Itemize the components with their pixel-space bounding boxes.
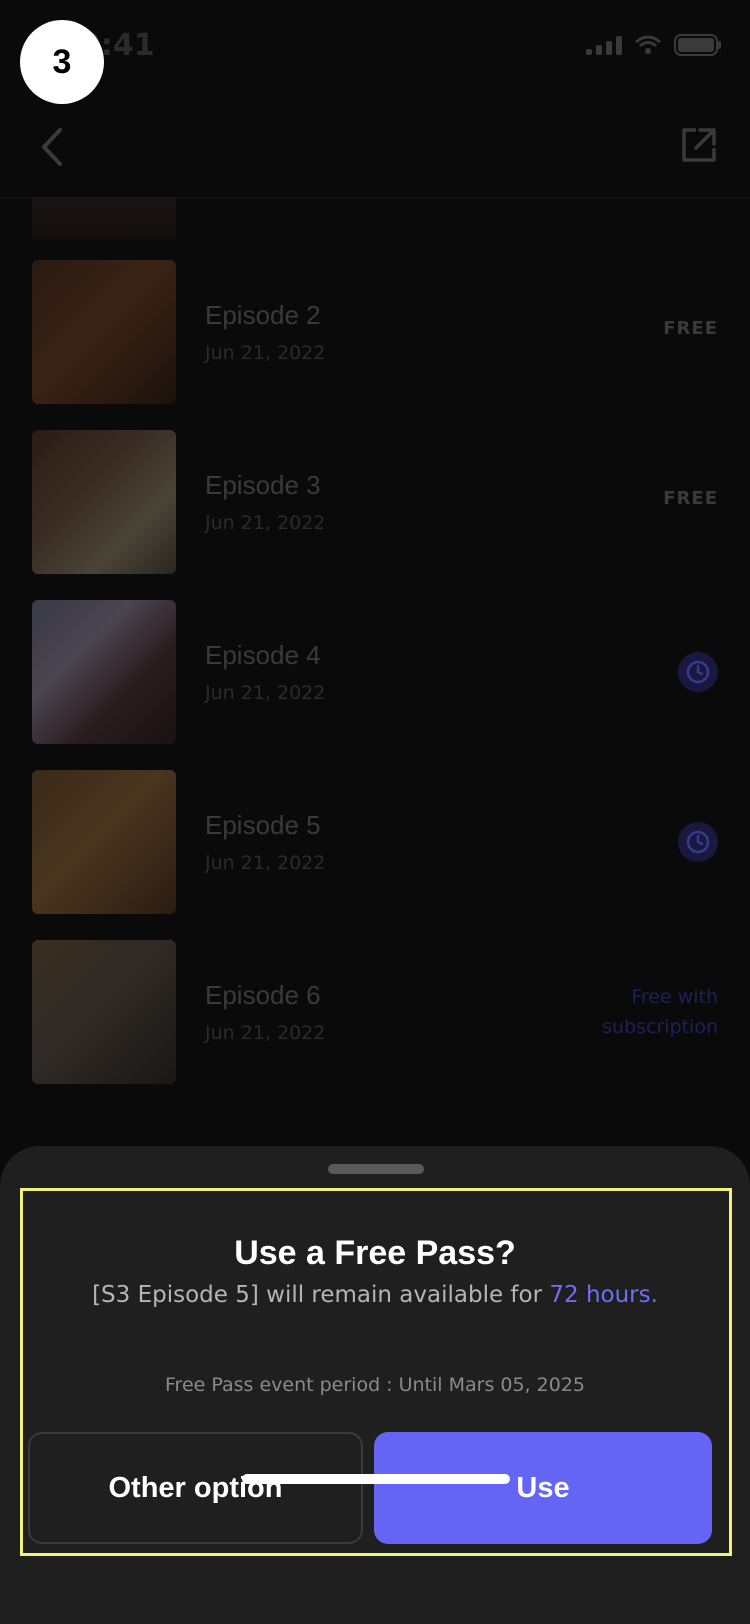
episode-row[interactable]: Episode 4 Jun 21, 2022 [0, 600, 750, 744]
episode-title: Episode 4 [205, 640, 321, 670]
home-indicator [242, 1474, 510, 1484]
episode-title: Episode 6 [205, 980, 321, 1010]
chevron-left-icon[interactable] [32, 122, 72, 172]
episode-title: Episode 3 [205, 470, 321, 500]
episode-row[interactable]: Episode 6 Jun 21, 2022 Free with subscri… [0, 940, 750, 1084]
step-number-badge: 3 [20, 20, 104, 104]
episode-date: Jun 21, 2022 [205, 1022, 326, 1044]
episode-thumbnail [32, 600, 176, 744]
episode-row[interactable]: Episode 3 Jun 21, 2022 FREE [0, 430, 750, 574]
wifi-icon [635, 35, 661, 54]
episode-title: Episode 2 [205, 300, 321, 330]
use-button[interactable]: Use [374, 1432, 712, 1544]
episode-thumbnail [32, 430, 176, 574]
episode-status: Free with subscription [602, 986, 718, 1038]
battery-icon [674, 34, 721, 56]
episode-date: Jun 21, 2022 [205, 682, 326, 704]
cellular-signal-icon [586, 35, 622, 55]
episode-title: Episode 5 [205, 810, 321, 840]
clock-icon [678, 822, 718, 862]
sheet-message-text: [S3 Episode 5] will remain available for [92, 1282, 550, 1308]
episode-thumbnail [32, 260, 176, 404]
status-bar: 3 9:41 [0, 0, 750, 104]
other-option-button[interactable]: Other option [28, 1432, 363, 1544]
episode-thumbnail-partial [32, 198, 176, 240]
episode-thumbnail [32, 940, 176, 1084]
episode-status: FREE [663, 488, 718, 509]
clock-icon [678, 652, 718, 692]
episode-list-header [0, 100, 750, 198]
episode-date: Jun 21, 2022 [205, 512, 326, 534]
episode-row[interactable]: Episode 2 Jun 21, 2022 FREE [0, 260, 750, 404]
episode-thumbnail [32, 770, 176, 914]
free-pass-bottom-sheet: Use a Free Pass? [S3 Episode 5] will rem… [0, 1146, 750, 1624]
episode-date: Jun 21, 2022 [205, 342, 326, 364]
episode-date: Jun 21, 2022 [205, 852, 326, 874]
share-icon[interactable] [678, 124, 720, 166]
sheet-title: Use a Free Pass? [234, 1234, 516, 1272]
episode-status: FREE [663, 318, 718, 339]
event-period-text: Free Pass event period : Until Mars 05, … [165, 1374, 585, 1396]
sheet-message: [S3 Episode 5] will remain available for… [0, 1282, 750, 1308]
sheet-drag-handle[interactable] [328, 1164, 424, 1174]
status-icons [586, 34, 722, 56]
sheet-message-highlight: 72 hours. [549, 1282, 658, 1308]
episode-row[interactable]: Episode 5 Jun 21, 2022 [0, 770, 750, 914]
